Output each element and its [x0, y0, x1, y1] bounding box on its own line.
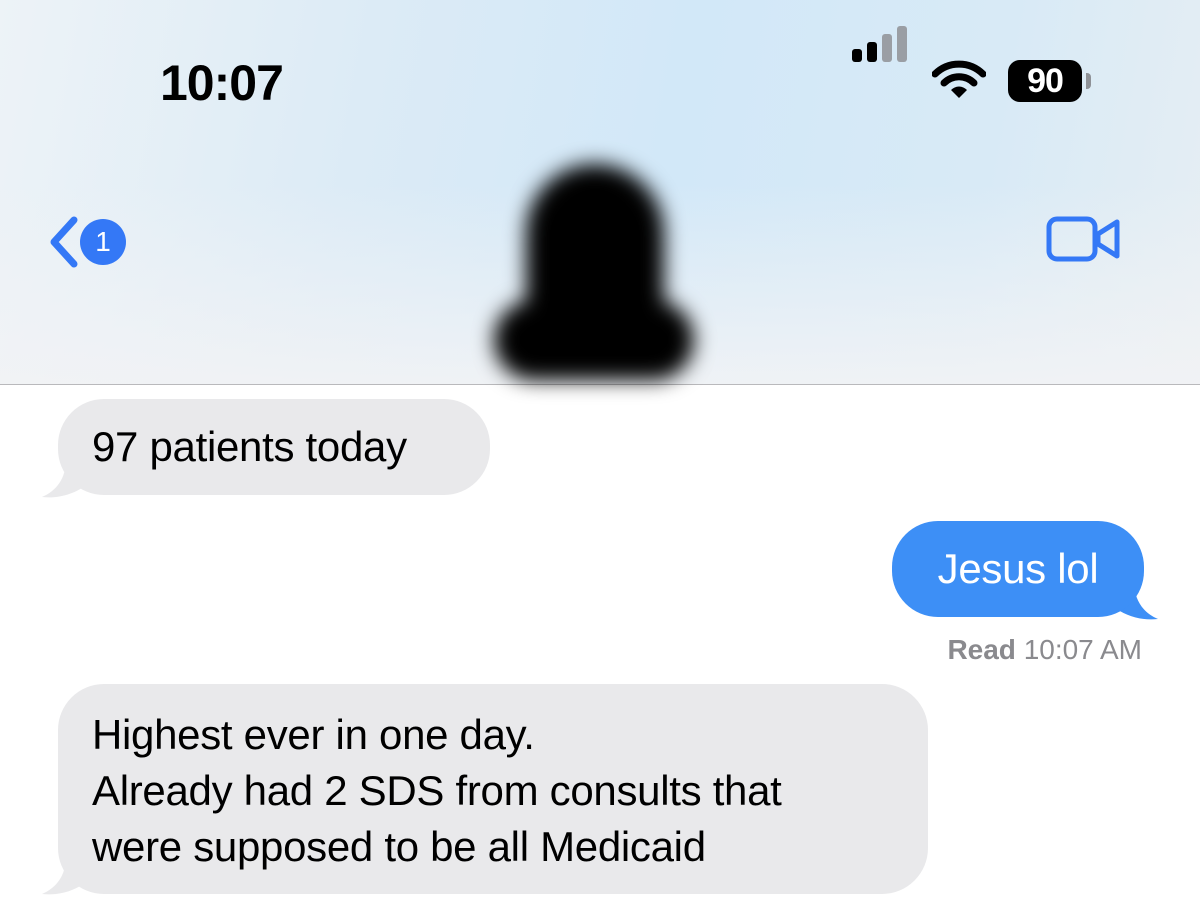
outgoing-message[interactable]: Jesus lol: [892, 521, 1144, 617]
video-camera-icon[interactable]: [1046, 214, 1122, 264]
battery-icon: 90: [1008, 60, 1082, 102]
back-button[interactable]: 1: [44, 214, 126, 270]
wifi-icon: [932, 60, 986, 98]
contact-avatar[interactable]: [480, 150, 710, 400]
read-receipt: Read 10:07 AM: [947, 634, 1142, 666]
message-text: Jesus lol: [937, 545, 1099, 592]
receipt-status: Read: [947, 634, 1016, 665]
incoming-message[interactable]: 97 patients today: [58, 399, 490, 495]
receipt-time: 10:07 AM: [1023, 634, 1142, 665]
status-time: 10:07: [160, 55, 284, 111]
message-text: 97 patients today: [92, 423, 407, 470]
unread-badge: 1: [80, 219, 126, 265]
incoming-message[interactable]: Highest ever in one day. Already had 2 S…: [58, 684, 928, 894]
message-line: Already had 2 SDS from consults that: [92, 767, 782, 814]
message-line: were supposed to be all Medicaid: [92, 823, 706, 870]
chevron-left-icon: [50, 216, 78, 268]
battery-cap: [1086, 73, 1091, 89]
message-line: Highest ever in one day.: [92, 711, 535, 758]
